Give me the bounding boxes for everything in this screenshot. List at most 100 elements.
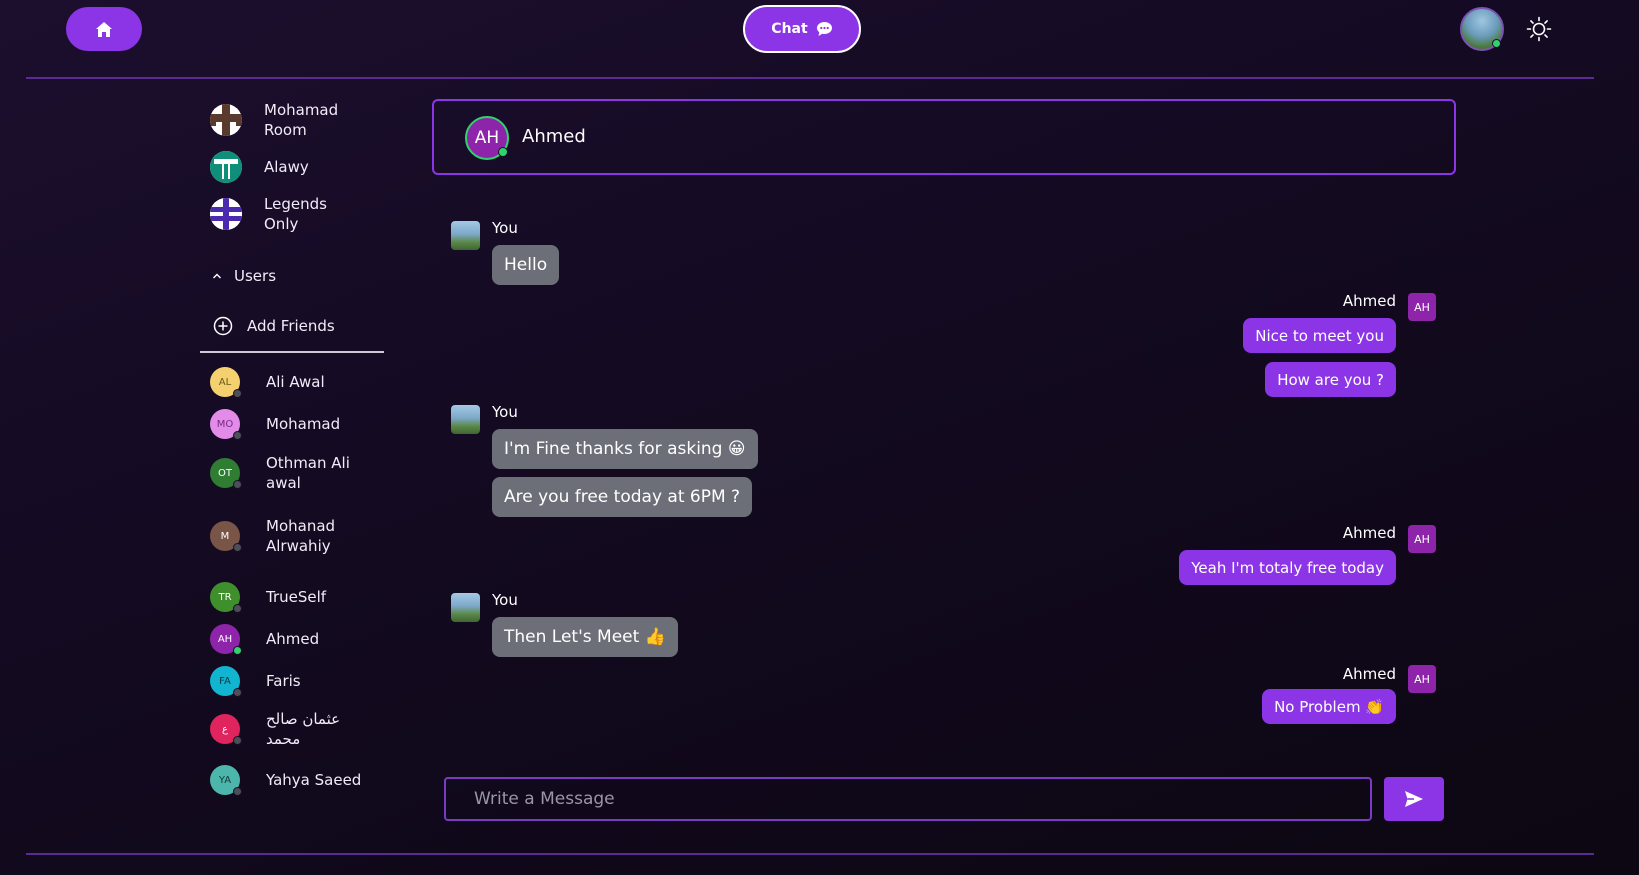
sidebar-user-item[interactable]: FA Faris [210, 666, 366, 697]
sender-label: You [492, 591, 518, 609]
sender-label: Ahmed [1342, 524, 1396, 542]
send-button[interactable] [1384, 777, 1444, 821]
user-status-dot [233, 688, 242, 697]
user-name: Faris [266, 672, 301, 690]
plus-circle-icon [213, 316, 233, 336]
online-status-dot [1492, 39, 1501, 48]
sidebar-user-item[interactable]: ع عثمان صالح محمد [210, 709, 366, 749]
user-avatar: OT [210, 458, 242, 489]
user-avatar: M [210, 521, 242, 552]
chat-header: AH Ahmed [432, 99, 1456, 175]
user-name: Mohanad Alrwahiy [266, 517, 336, 555]
users-toggle-label: Users [234, 267, 277, 285]
room-icon [210, 104, 242, 136]
user-status-dot [233, 604, 242, 613]
sun-icon [1526, 16, 1552, 42]
room-icon [210, 198, 242, 230]
user-initials: FA [219, 675, 231, 687]
user-avatar: AH [210, 624, 242, 655]
home-icon [96, 21, 112, 37]
user-avatar: TR [210, 582, 242, 613]
chat-bubble-icon [816, 22, 832, 36]
add-friends-button[interactable]: Add Friends [213, 316, 335, 336]
room-label: Alawy [264, 158, 309, 176]
top-bar: Chat [0, 0, 1639, 78]
user-name: عثمان صالح محمد [266, 710, 341, 748]
home-button[interactable] [66, 7, 142, 51]
user-status-dot [233, 736, 242, 745]
contact-initials: AH [1414, 672, 1430, 686]
message-bubble: How are you ? [1265, 362, 1396, 397]
users-section-toggle[interactable]: Users [212, 267, 276, 285]
user-name: TrueSelf [266, 588, 327, 606]
contact-initials: AH [1414, 532, 1430, 546]
sidebar-user-item[interactable]: MO Mohamad [210, 409, 366, 440]
room-item-mohamad-room[interactable]: Mohamad Room [210, 100, 364, 140]
send-arrow-icon [1405, 791, 1423, 807]
chat-nav-button[interactable]: Chat [743, 5, 861, 53]
user-status-dot [233, 543, 242, 552]
user-initials: AL [218, 376, 232, 388]
sidebar-user-item[interactable]: AH Ahmed [210, 624, 366, 655]
user-status-dot [233, 787, 242, 796]
sidebar-user-item[interactable]: M Mohanad Alrwahiy [210, 516, 366, 556]
user-name: Mohamad [266, 415, 341, 433]
room-label: Legends Only [264, 195, 327, 233]
user-name: Yahya Saeed [266, 771, 362, 789]
user-initials: MO [216, 418, 234, 430]
profile-avatar[interactable] [1460, 7, 1504, 51]
user-status-dot [233, 431, 242, 440]
user-avatar: ع [210, 714, 242, 745]
user-initials: M [220, 530, 230, 542]
contact-initials: AH [474, 128, 500, 148]
sender-label: Ahmed [1342, 292, 1396, 310]
user-avatar: YA [210, 765, 242, 796]
user-status-dot [233, 389, 242, 398]
message-input[interactable] [444, 777, 1372, 821]
header-divider [26, 77, 1594, 79]
theme-toggle-button[interactable] [1524, 14, 1554, 44]
message-bubble: Hello [492, 245, 560, 285]
contact-avatar-small: AH [1408, 293, 1436, 321]
my-avatar [451, 405, 480, 434]
user-initials: OT [218, 467, 232, 479]
message-bubble: Nice to meet you [1243, 318, 1396, 353]
user-initials: YA [218, 774, 232, 786]
message-bubble: Yeah I'm totaly free today [1179, 550, 1396, 585]
message-bubble: Are you free today at 6PM ? [492, 477, 753, 517]
user-avatar: MO [210, 409, 242, 440]
user-initials: ع [222, 723, 228, 735]
user-status-dot [233, 480, 242, 489]
room-icon [210, 151, 242, 183]
my-avatar [451, 221, 480, 250]
user-name: Ali Awal [266, 373, 325, 391]
user-avatar: FA [210, 666, 242, 697]
sidebar-user-item[interactable]: TR TrueSelf [210, 582, 366, 613]
sidebar-user-item[interactable]: OT Othman Ali awal [210, 453, 366, 493]
user-name: Ahmed [266, 630, 320, 648]
online-status-dot [498, 147, 508, 157]
user-initials: AH [217, 633, 233, 645]
room-label: Mohamad Room [264, 101, 339, 139]
message-bubble: Then Let's Meet 👍 [492, 617, 678, 657]
sender-label: You [492, 403, 518, 421]
contact-avatar[interactable]: AH [465, 116, 509, 160]
room-item-legends-only[interactable]: Legends Only [210, 194, 364, 234]
sender-label: Ahmed [1342, 665, 1396, 683]
contact-initials: AH [1414, 300, 1430, 314]
user-initials: TR [218, 591, 232, 603]
user-avatar: AL [210, 367, 242, 398]
message-bubble: I'm Fine thanks for asking 😀 [492, 429, 758, 469]
sidebar-user-item[interactable]: YA Yahya Saeed [210, 765, 366, 796]
footer-divider [26, 853, 1594, 855]
sender-label: You [492, 219, 518, 237]
chevron-up-icon [213, 273, 221, 279]
my-avatar [451, 593, 480, 622]
room-item-alawy[interactable]: Alawy [210, 151, 364, 183]
sidebar-user-item[interactable]: AL Ali Awal [210, 367, 366, 398]
user-name: Othman Ali awal [266, 454, 350, 492]
contact-avatar-small: AH [1408, 665, 1436, 693]
contact-name: Ahmed [522, 126, 586, 147]
chat-nav-label: Chat [771, 21, 808, 37]
contact-avatar-small: AH [1408, 525, 1436, 553]
